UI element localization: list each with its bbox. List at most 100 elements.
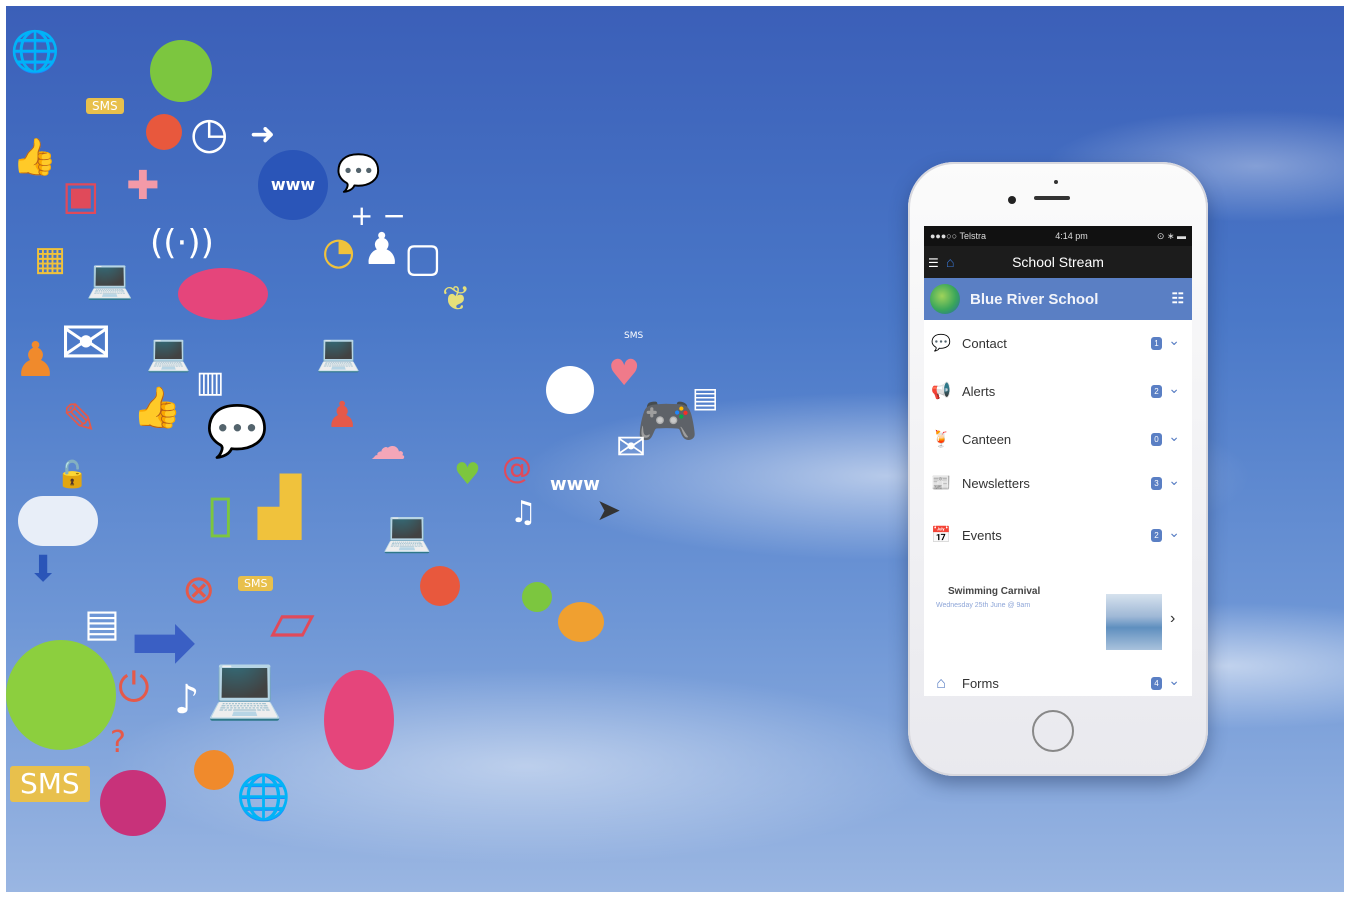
music-note-white-icon: ♫ bbox=[510, 495, 537, 530]
menu-item-label: Forms bbox=[962, 676, 999, 691]
clock-icon: ◷ bbox=[190, 108, 229, 159]
smartphone-mockup: ●●●○○ Telstra 4:14 pm ⊙ ∗ ▬ ☰ ⌂ School S… bbox=[908, 162, 1208, 776]
hamburger-menu-icon[interactable]: ☰ bbox=[928, 256, 939, 270]
school-banner[interactable]: Blue River School ☷ bbox=[924, 278, 1192, 320]
sms-label-4: SMS bbox=[624, 331, 644, 341]
chevron-down-icon[interactable]: ⌄ bbox=[1168, 380, 1180, 397]
laptop-icon-3: 💻 bbox=[316, 333, 361, 374]
app-title: School Stream bbox=[1012, 254, 1104, 270]
www-label: www bbox=[550, 474, 600, 495]
app-header: ☰ ⌂ School Stream bbox=[924, 246, 1192, 278]
thumbs-up-orange-icon: 👍 bbox=[132, 385, 182, 431]
school-name: Blue River School bbox=[970, 290, 1099, 308]
film-white-icon: ▤ bbox=[692, 381, 719, 414]
poster-background: 🌐 SMS ◷ ➜ ✚ www 💬 + − ▣ ((·)) ▦ 💻 ◔ ♟ ▢ … bbox=[6, 6, 1344, 892]
person-icon: ♟ bbox=[362, 224, 402, 275]
cloud-icon bbox=[18, 496, 98, 546]
chevron-right-icon[interactable]: › bbox=[1170, 610, 1175, 628]
pin-white-icon bbox=[546, 366, 594, 414]
home-button[interactable] bbox=[1032, 710, 1074, 752]
menu-item-canteen[interactable]: 🍹 Canteen 0 ⌄ bbox=[924, 422, 1192, 458]
calendar-icon: 📅 bbox=[931, 527, 951, 544]
status-icons: ⊙ ∗ ▬ bbox=[1156, 230, 1186, 241]
tablet-icon: ▯ bbox=[206, 484, 235, 544]
form-icon: ⌂ bbox=[936, 675, 946, 692]
menu-item-events[interactable]: 📅 Events 2 ⌄ bbox=[924, 518, 1192, 554]
heart-green-icon: ♥ bbox=[454, 457, 481, 492]
leaf-icon: ❦ bbox=[442, 279, 471, 319]
menu-item-label: Canteen bbox=[962, 432, 1012, 447]
notepad-icon: ✎ bbox=[62, 394, 98, 443]
time-label: 4:14 pm bbox=[1055, 231, 1088, 241]
speech-bubble-icon: 💬 bbox=[336, 153, 381, 194]
phone-camera bbox=[1008, 196, 1016, 204]
chevron-down-icon[interactable]: ⌄ bbox=[1168, 332, 1180, 349]
chevron-down-icon[interactable]: ⌄ bbox=[1168, 672, 1180, 689]
menu-item-label: Events bbox=[962, 528, 1002, 543]
calendar-outline-icon: ▢ bbox=[404, 235, 442, 281]
menu-item-forms[interactable]: ⌂ Forms 4 ⌄ bbox=[924, 666, 1192, 696]
phone-outline-icon: ▱ bbox=[270, 587, 315, 655]
school-logo bbox=[930, 284, 960, 314]
count-badge: 2 bbox=[1151, 385, 1162, 398]
location-pin-icon bbox=[100, 770, 166, 836]
phone-screen: ●●●○○ Telstra 4:14 pm ⊙ ∗ ▬ ☰ ⌂ School S… bbox=[924, 226, 1192, 696]
film-icon: ▤ bbox=[84, 601, 120, 645]
arrow-icon: ➜ bbox=[250, 117, 276, 152]
chevron-down-icon[interactable]: ⌄ bbox=[1168, 472, 1180, 489]
signal-icon: ◔ bbox=[322, 229, 356, 273]
status-bar: ●●●○○ Telstra 4:14 pm ⊙ ∗ ▬ bbox=[924, 226, 1192, 246]
megaphone-icon: 📢 bbox=[931, 383, 951, 400]
count-badge: 4 bbox=[1151, 677, 1162, 690]
cloud-speech-icon: ☁ bbox=[370, 427, 406, 468]
cursor-icon: ➤ bbox=[596, 493, 622, 528]
arrow-down-icon: ⬇ bbox=[28, 549, 59, 590]
envelope-icon: ✉ bbox=[60, 306, 112, 379]
wifi-icon: ((·)) bbox=[150, 223, 214, 263]
count-badge: 2 bbox=[1151, 529, 1162, 542]
count-badge: 1 bbox=[1151, 337, 1162, 350]
menu-item-label: Alerts bbox=[962, 384, 996, 399]
count-badge: 0 bbox=[1151, 433, 1162, 446]
bar-chart-icon: ▟ bbox=[258, 475, 302, 540]
at-icon: @ bbox=[502, 451, 532, 486]
calendar-icon-art: ▦ bbox=[34, 239, 67, 279]
person-red-icon: ♟ bbox=[326, 395, 359, 436]
heart-icon: ♥ bbox=[608, 353, 641, 394]
menu-item-contact[interactable]: 💬 Contact 1 ⌄ bbox=[924, 326, 1192, 362]
orange-leaf-icon bbox=[558, 602, 604, 642]
menu-item-newsletters[interactable]: 📰 Newsletters 3 ⌄ bbox=[924, 466, 1192, 502]
home-icon[interactable]: ⌂ bbox=[946, 254, 954, 270]
user-head-icon bbox=[146, 114, 182, 150]
laptop-icon: 💻 bbox=[86, 257, 134, 301]
menu-item-alerts[interactable]: 📢 Alerts 2 ⌄ bbox=[924, 374, 1192, 410]
chevron-down-icon[interactable]: ⌄ bbox=[1168, 428, 1180, 445]
plus-icon: ✚ bbox=[126, 163, 160, 209]
sms-label-3: SMS bbox=[10, 766, 90, 802]
chat-bubble-icon: 💬 bbox=[206, 402, 269, 460]
sms-label-2: SMS bbox=[238, 576, 274, 591]
list-icon[interactable]: ☷ bbox=[1171, 290, 1184, 307]
mouse-pink-icon bbox=[324, 670, 394, 770]
event-title: Swimming Carnival bbox=[948, 586, 1041, 597]
earth-icon-2 bbox=[6, 640, 116, 750]
event-thumbnail bbox=[1106, 594, 1162, 650]
picture-icon: ▣ bbox=[62, 173, 100, 219]
red-blob-icon bbox=[420, 566, 460, 606]
power-icon: ⏻ bbox=[118, 665, 150, 711]
chevron-down-icon[interactable]: ⌄ bbox=[1168, 524, 1180, 541]
event-date: Wednesday 25th June @ 9am bbox=[936, 602, 1031, 609]
laptop-large-icon: 💻 bbox=[206, 650, 284, 723]
thumbs-up-icon: 👍 bbox=[12, 137, 57, 178]
sms-label: SMS bbox=[86, 98, 124, 114]
person-orange-icon: ♟ bbox=[14, 332, 58, 388]
menu-item-label: Newsletters bbox=[962, 476, 1030, 491]
envelope-white-icon: ✉ bbox=[616, 427, 647, 468]
social-media-icon-cloud: 🌐 SMS ◷ ➜ ✚ www 💬 + − ▣ ((·)) ▦ 💻 ◔ ♟ ▢ … bbox=[6, 6, 866, 892]
music-note-icon: ♪ bbox=[174, 677, 200, 723]
laptop-icon-2: 💻 bbox=[146, 333, 191, 374]
event-card[interactable]: Swimming Carnival Wednesday 25th June @ … bbox=[924, 580, 1192, 660]
orange-blob-icon bbox=[194, 750, 234, 790]
drink-icon: 🍹 bbox=[931, 431, 951, 448]
globe-purple-icon: 🌐 bbox=[236, 772, 291, 823]
